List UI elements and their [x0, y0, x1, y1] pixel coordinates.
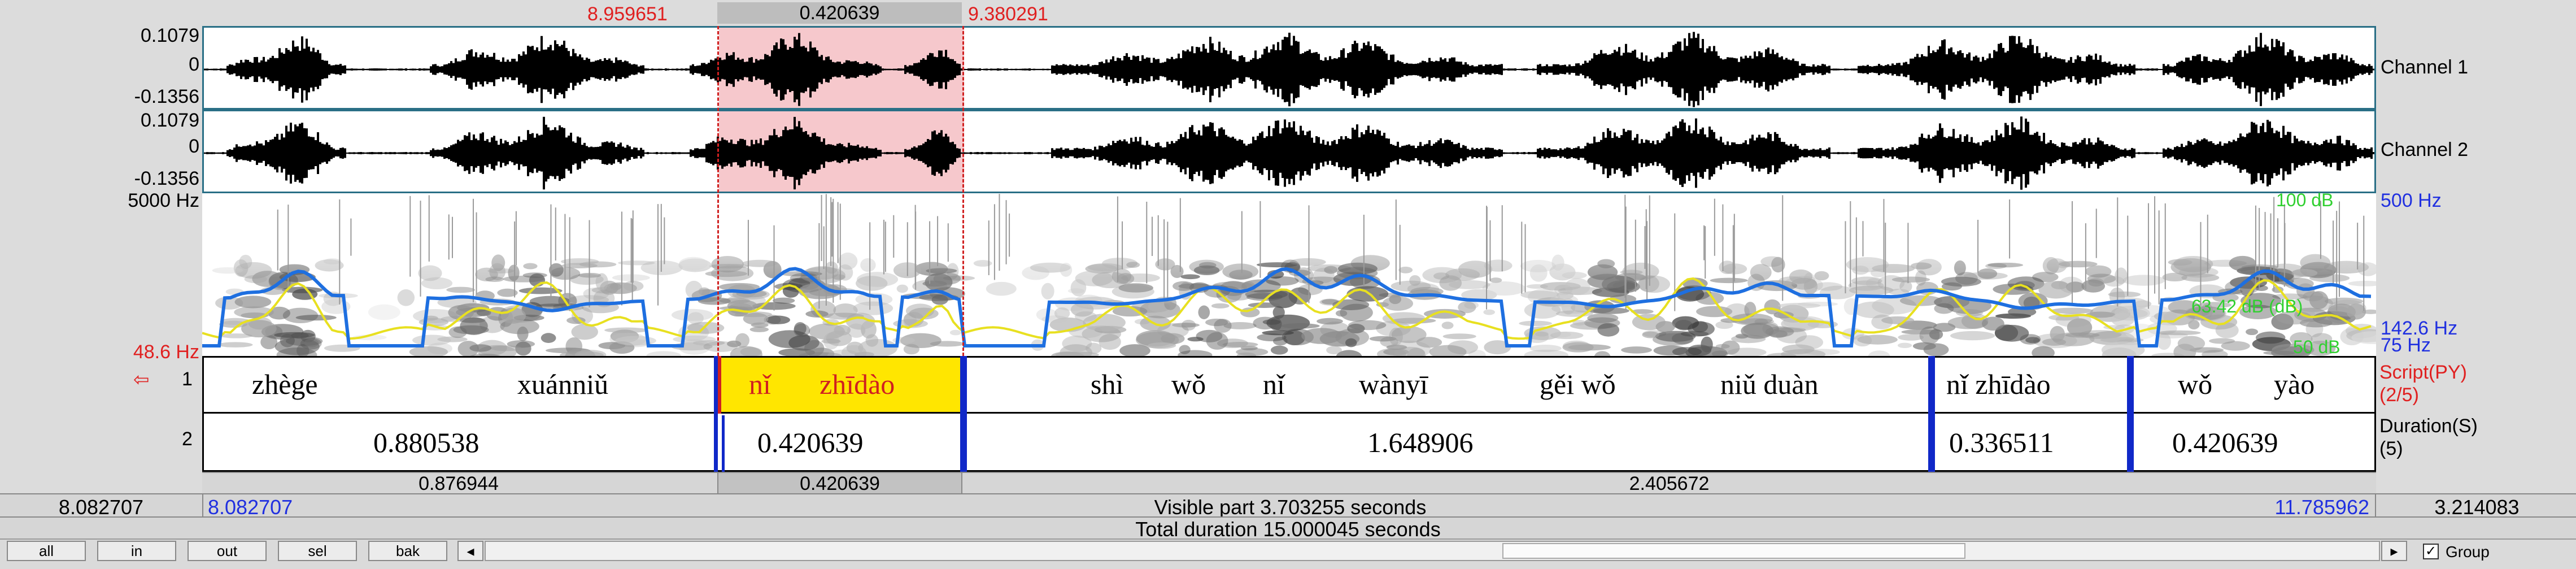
group-checkbox[interactable]: ✓	[2423, 544, 2439, 559]
visible-part-row: 8.082707 8.082707 Visible part 3.703255 …	[0, 493, 2576, 519]
zoom-sel-button[interactable]: sel	[278, 541, 357, 561]
tier-boundary[interactable]	[714, 356, 718, 472]
waveform-channel-1[interactable]	[202, 26, 2376, 110]
scroll-left-icon[interactable]: ◂	[457, 541, 483, 561]
tier1-arrow-icon: ⇦	[133, 369, 150, 390]
channel2-label: Channel 2	[2381, 139, 2469, 160]
tier1-segment[interactable]: wǒ	[1171, 368, 1206, 401]
intensity-bottom-db: 50 dB	[2293, 337, 2340, 357]
interval-left[interactable]: 0.876944	[202, 473, 715, 494]
zoom-all-button[interactable]: all	[7, 541, 86, 561]
spectrogram-top-freq: 5000 Hz	[128, 190, 199, 211]
intensity-mid-db: 63.42 dB (dB)	[2191, 296, 2303, 316]
tier1-count: (2/5)	[2379, 384, 2419, 406]
tier1-segment[interactable]: niǔ duàn	[1720, 368, 1819, 401]
interval-right[interactable]: 2.405672	[962, 473, 2376, 494]
tier2-segment[interactable]: 0.420639	[757, 426, 864, 459]
intensity-top-db: 100 dB	[2276, 190, 2334, 210]
tier-boundary-selected[interactable]	[718, 356, 721, 414]
scroll-right-icon[interactable]: ▸	[2381, 541, 2407, 561]
channel2-min: -0.1356	[134, 168, 199, 189]
tier1-segment-selected[interactable]: zhīdào	[820, 368, 895, 401]
channel1-min: -0.1356	[134, 86, 199, 107]
zoom-out-button[interactable]: out	[188, 541, 267, 561]
total-duration-row[interactable]: Total duration 15.000045 seconds	[0, 516, 2576, 541]
tier1-segment[interactable]: zhège	[252, 368, 318, 401]
tier1-segment[interactable]: yào	[2274, 368, 2315, 401]
channel2-zero: 0	[189, 136, 199, 157]
interval-selection[interactable]: 0.420639	[717, 473, 962, 494]
tier-duration[interactable]: 0.880538 0.420639 1.648906 0.336511 0.42…	[202, 412, 2376, 472]
tier1-segment[interactable]: gěi wǒ	[1540, 368, 1616, 401]
tier2-segment[interactable]: 1.648906	[1367, 426, 1474, 459]
visible-right-time[interactable]: 3.214083	[2378, 496, 2576, 519]
tier-boundary[interactable]	[960, 356, 967, 472]
channel1-label: Channel 1	[2381, 57, 2469, 78]
tier2-number: 2	[182, 428, 193, 450]
selection-start-line	[717, 26, 719, 356]
scrollbar-thumb[interactable]	[1502, 543, 1965, 559]
interval-row: 0.876944 0.420639 2.405672	[202, 472, 2376, 494]
spectrogram[interactable]	[202, 193, 2376, 357]
tier-boundary[interactable]	[1928, 356, 1935, 472]
tier1-segment[interactable]: xuánniǔ	[517, 368, 608, 401]
tier2-name: Duration(S)	[2379, 415, 2478, 437]
horizontal-scrollbar[interactable]	[485, 541, 2380, 561]
channel1-max: 0.1079	[141, 25, 199, 46]
tier1-segment[interactable]: nǐ	[1263, 368, 1285, 401]
visible-window[interactable]: 8.082707 Visible part 3.703255 seconds 1…	[202, 494, 2376, 519]
pitch-bottom-hz: 75 Hz	[2381, 335, 2431, 356]
tier-script-py[interactable]: zhège xuánniǔ nǐ zhīdào shì wǒ nǐ wànyī …	[202, 356, 2376, 414]
waveform-channel-2[interactable]	[202, 110, 2376, 193]
visible-part-text: Visible part 3.703255 seconds	[1154, 496, 1427, 519]
selection-end-time: 9.380291	[968, 3, 1048, 25]
visible-window-end: 11.785962	[2274, 496, 2369, 519]
spectrogram-bottom-freq: 48.6 Hz	[133, 341, 199, 363]
tier2-segment[interactable]: 0.880538	[373, 426, 480, 459]
channel1-zero: 0	[189, 54, 199, 75]
tier1-name: Script(PY)	[2379, 362, 2467, 383]
tier1-segment-selected[interactable]: nǐ	[749, 368, 771, 401]
tier-boundary[interactable]	[2127, 356, 2134, 472]
tier2-segment[interactable]: 0.420639	[2172, 426, 2278, 459]
tier1-number: 1	[182, 368, 193, 390]
channel2-max: 0.1079	[141, 110, 199, 131]
group-label: Group	[2446, 543, 2490, 561]
total-duration-text: Total duration 15.000045 seconds	[1135, 518, 1441, 541]
selection-end-line	[962, 26, 964, 356]
tier1-segment[interactable]: nǐ zhīdào	[1946, 368, 2051, 401]
selection-length: 0.420639	[717, 2, 962, 24]
pitch-top-hz: 500 Hz	[2381, 190, 2442, 211]
zoom-in-button[interactable]: in	[97, 541, 176, 561]
tier1-segment[interactable]: wànyī	[1359, 368, 1428, 401]
spectrogram-svg	[202, 193, 2376, 357]
waveform-1-svg	[204, 32, 2374, 107]
tier-boundary[interactable]	[722, 415, 725, 472]
selection-start-time: 8.959651	[587, 3, 668, 25]
tier1-segment[interactable]: wǒ	[2178, 368, 2212, 401]
tier1-segment[interactable]: shì	[1091, 368, 1123, 401]
waveform-2-svg	[204, 116, 2374, 190]
tier2-count: (5)	[2379, 438, 2403, 459]
zoom-back-button[interactable]: bak	[368, 541, 447, 561]
visible-left-time[interactable]: 8.082707	[0, 496, 202, 519]
tier2-segment[interactable]: 0.336511	[1949, 426, 2054, 459]
